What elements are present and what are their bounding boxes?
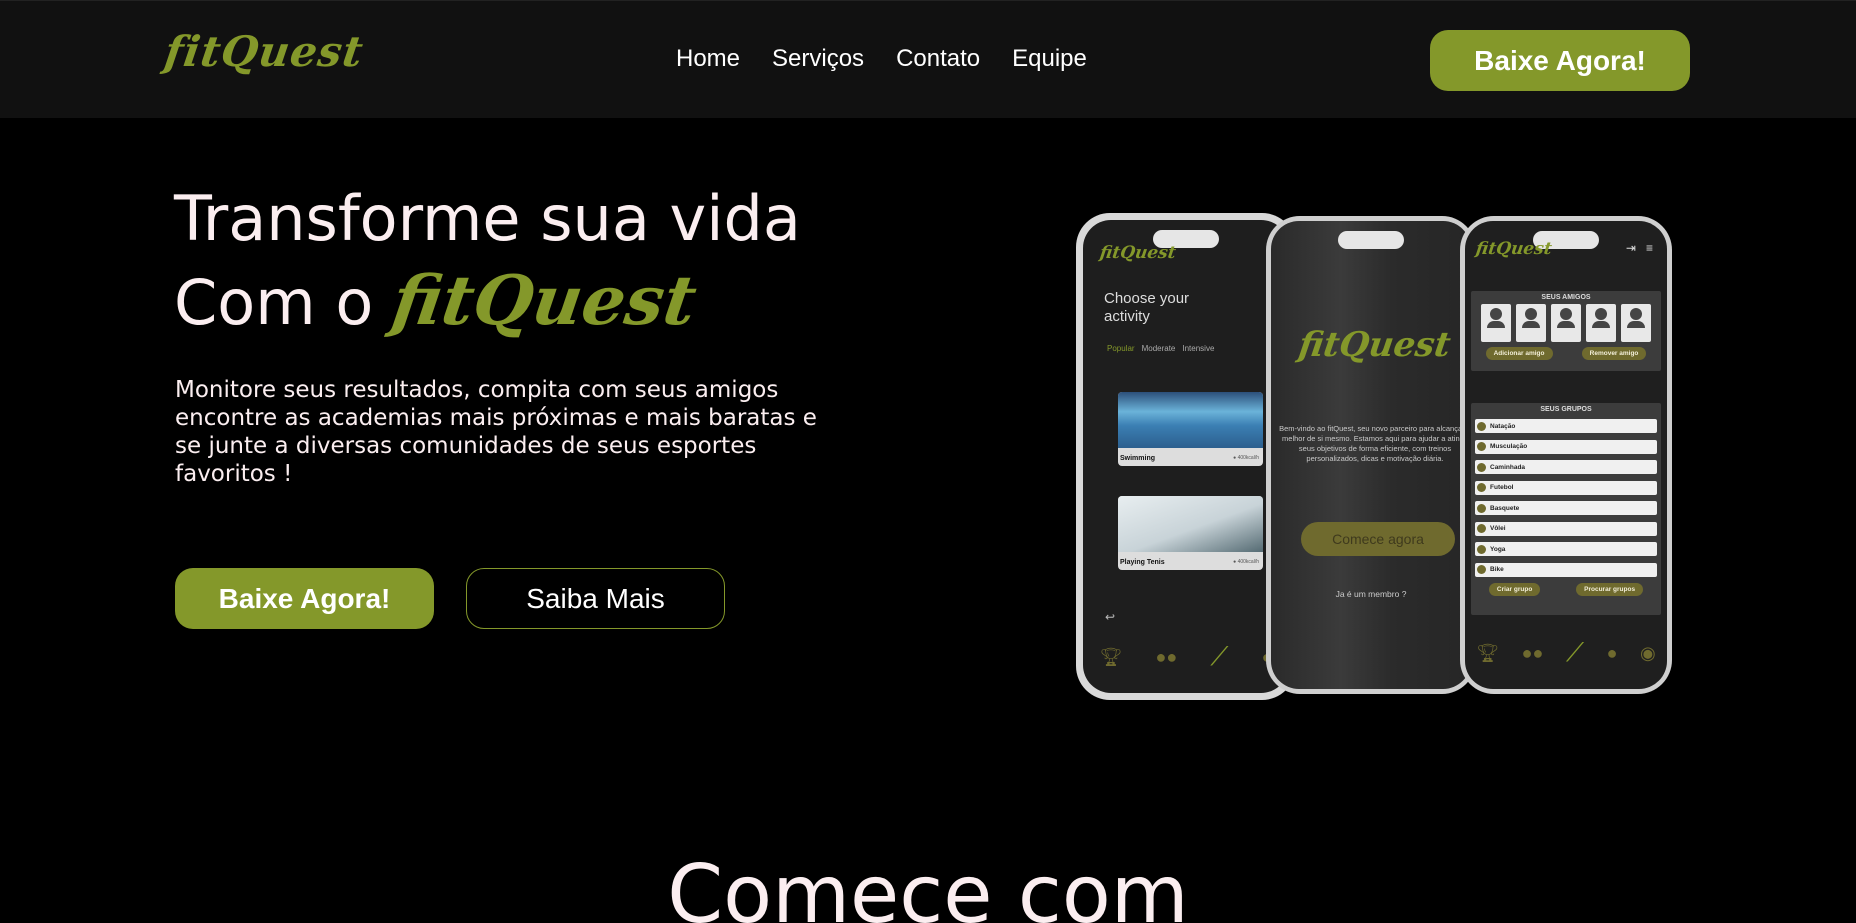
- phone-notch: [1338, 231, 1404, 249]
- friend-avatar: [1516, 304, 1546, 342]
- tab-intensive: Intensive: [1182, 344, 1215, 353]
- remove-friend-button: Remover amigo: [1581, 347, 1647, 360]
- group-item: Caminhada: [1475, 460, 1657, 474]
- dumbbell-icon: ⟋: [1565, 637, 1585, 667]
- activity-tabs: Popular Moderate Intensive: [1107, 344, 1214, 353]
- main-nav: Home Serviços Contato Equipe: [676, 45, 1087, 73]
- phone-screen: fitQuest Choose your activity Popular Mo…: [1083, 220, 1289, 693]
- phone-mockup-welcome: fitQuest Bem-vindo ao fitQuest, seu novo…: [1266, 216, 1476, 694]
- groups-list: Natação Musculação Caminhada Futebol Bas…: [1471, 413, 1661, 577]
- hero-description: Monitore seus resultados, compita com se…: [175, 377, 817, 487]
- login-icon: ⇥: [1625, 241, 1636, 255]
- swimming-image: [1118, 392, 1263, 448]
- back-arrow-icon: ↩: [1105, 610, 1116, 624]
- card-kcal: ● 400kcal/h: [1233, 559, 1259, 565]
- friends-title: SEUS AMIGOS: [1541, 294, 1591, 301]
- tennis-image: [1118, 496, 1263, 552]
- hero-title-prefix: Com o: [174, 266, 374, 339]
- group-item: Futebol: [1475, 480, 1657, 495]
- friends-icon: ●●: [1155, 646, 1178, 667]
- groups-panel: SEUS GRUPOS Natação Musculação Caminhada…: [1471, 403, 1661, 615]
- friend-avatar: [1621, 304, 1651, 342]
- friend-avatar: [1551, 304, 1581, 342]
- phone-mockup-activities: fitQuest Choose your activity Popular Mo…: [1076, 213, 1296, 700]
- hero-title-brand: fitQuest: [387, 261, 702, 341]
- activity-card-tennis: Playing Tenis ● 400kcal/h: [1118, 496, 1263, 570]
- dumbbell-icon: ⟋: [1210, 641, 1229, 671]
- phone-mockup-social: fitQuest ⇥ ≡ SEUS AMIGOS Adicionar amigo…: [1460, 216, 1672, 694]
- groups-title: SEUS GRUPOS: [1540, 406, 1592, 413]
- menu-icon: ≡: [1645, 241, 1653, 255]
- group-item: Basquete: [1475, 501, 1657, 515]
- location-pin-icon: ◉: [1640, 642, 1656, 663]
- nav-home-link[interactable]: Home: [676, 45, 740, 73]
- activity-title: Choose your activity: [1104, 290, 1190, 325]
- brand-logo[interactable]: fitQuest: [162, 27, 367, 76]
- member-link: Ja é um membro ?: [1335, 589, 1407, 599]
- phone-logo: fitQuest: [1098, 243, 1178, 263]
- friends-panel: SEUS AMIGOS Adicionar amigo Remover amig…: [1471, 291, 1661, 371]
- tab-popular: Popular: [1107, 344, 1135, 353]
- friends-actions: Adicionar amigo Remover amigo: [1471, 347, 1661, 360]
- nav-contato-link[interactable]: Contato: [896, 45, 980, 73]
- nav-servicos-link[interactable]: Serviços: [772, 45, 864, 73]
- section-title: Comece com: [667, 848, 1189, 923]
- create-group-button: Criar grupo: [1488, 583, 1541, 596]
- card-label: Playing Tenis: [1120, 559, 1165, 566]
- group-item: Natação: [1475, 419, 1657, 433]
- learn-more-button[interactable]: Saiba Mais: [466, 568, 725, 629]
- tab-moderate: Moderate: [1141, 344, 1176, 353]
- trophy-icon: 🏆︎: [1099, 646, 1123, 667]
- phone-header-icons: ⇥ ≡: [1626, 241, 1653, 255]
- friends-icon: ●●: [1521, 642, 1544, 663]
- phone-logo: fitQuest: [1296, 325, 1454, 365]
- hero-title: Transforme sua vida Com o fitQuest: [174, 178, 801, 344]
- phone-bottom-nav: 🏆︎ ●● ⟋ ●: [1083, 641, 1289, 673]
- friends-avatars: [1471, 301, 1661, 342]
- phone-logo: fitQuest: [1474, 239, 1554, 259]
- friend-avatar: [1481, 304, 1511, 342]
- group-item: Vôlei: [1475, 521, 1657, 536]
- phone-screen: fitQuest Bem-vindo ao fitQuest, seu novo…: [1271, 221, 1471, 689]
- hero-title-line1: Transforme sua vida: [174, 182, 801, 255]
- groups-actions: Criar grupo Procurar grupos: [1471, 583, 1661, 596]
- header-download-button[interactable]: Baixe Agora!: [1430, 30, 1690, 91]
- top-navbar: fitQuest Home Serviços Contato Equipe Ba…: [0, 0, 1856, 118]
- hero-download-button[interactable]: Baixe Agora!: [175, 568, 434, 629]
- friend-avatar: [1586, 304, 1616, 342]
- profile-icon: ●: [1606, 642, 1618, 663]
- group-item: Yoga: [1475, 542, 1657, 556]
- welcome-description: Bem-vindo ao fitQuest, seu novo parceiro…: [1279, 424, 1471, 463]
- phone-bottom-nav: 🏆︎ ●● ⟋ ● ◉: [1465, 637, 1667, 669]
- trophy-icon: 🏆︎: [1476, 642, 1500, 663]
- group-item: Bike: [1475, 562, 1657, 577]
- start-now-button: Comece agora: [1301, 522, 1455, 556]
- phone-screen: fitQuest ⇥ ≡ SEUS AMIGOS Adicionar amigo…: [1465, 221, 1667, 689]
- search-groups-button: Procurar grupos: [1576, 583, 1644, 596]
- add-friend-button: Adicionar amigo: [1485, 347, 1553, 360]
- activity-card-swimming: Swimming ● 400kcal/h: [1118, 392, 1263, 466]
- nav-equipe-link[interactable]: Equipe: [1012, 45, 1087, 73]
- group-item: Musculação: [1475, 439, 1657, 454]
- card-kcal: ● 400kcal/h: [1233, 455, 1259, 461]
- card-label: Swimming: [1120, 455, 1156, 462]
